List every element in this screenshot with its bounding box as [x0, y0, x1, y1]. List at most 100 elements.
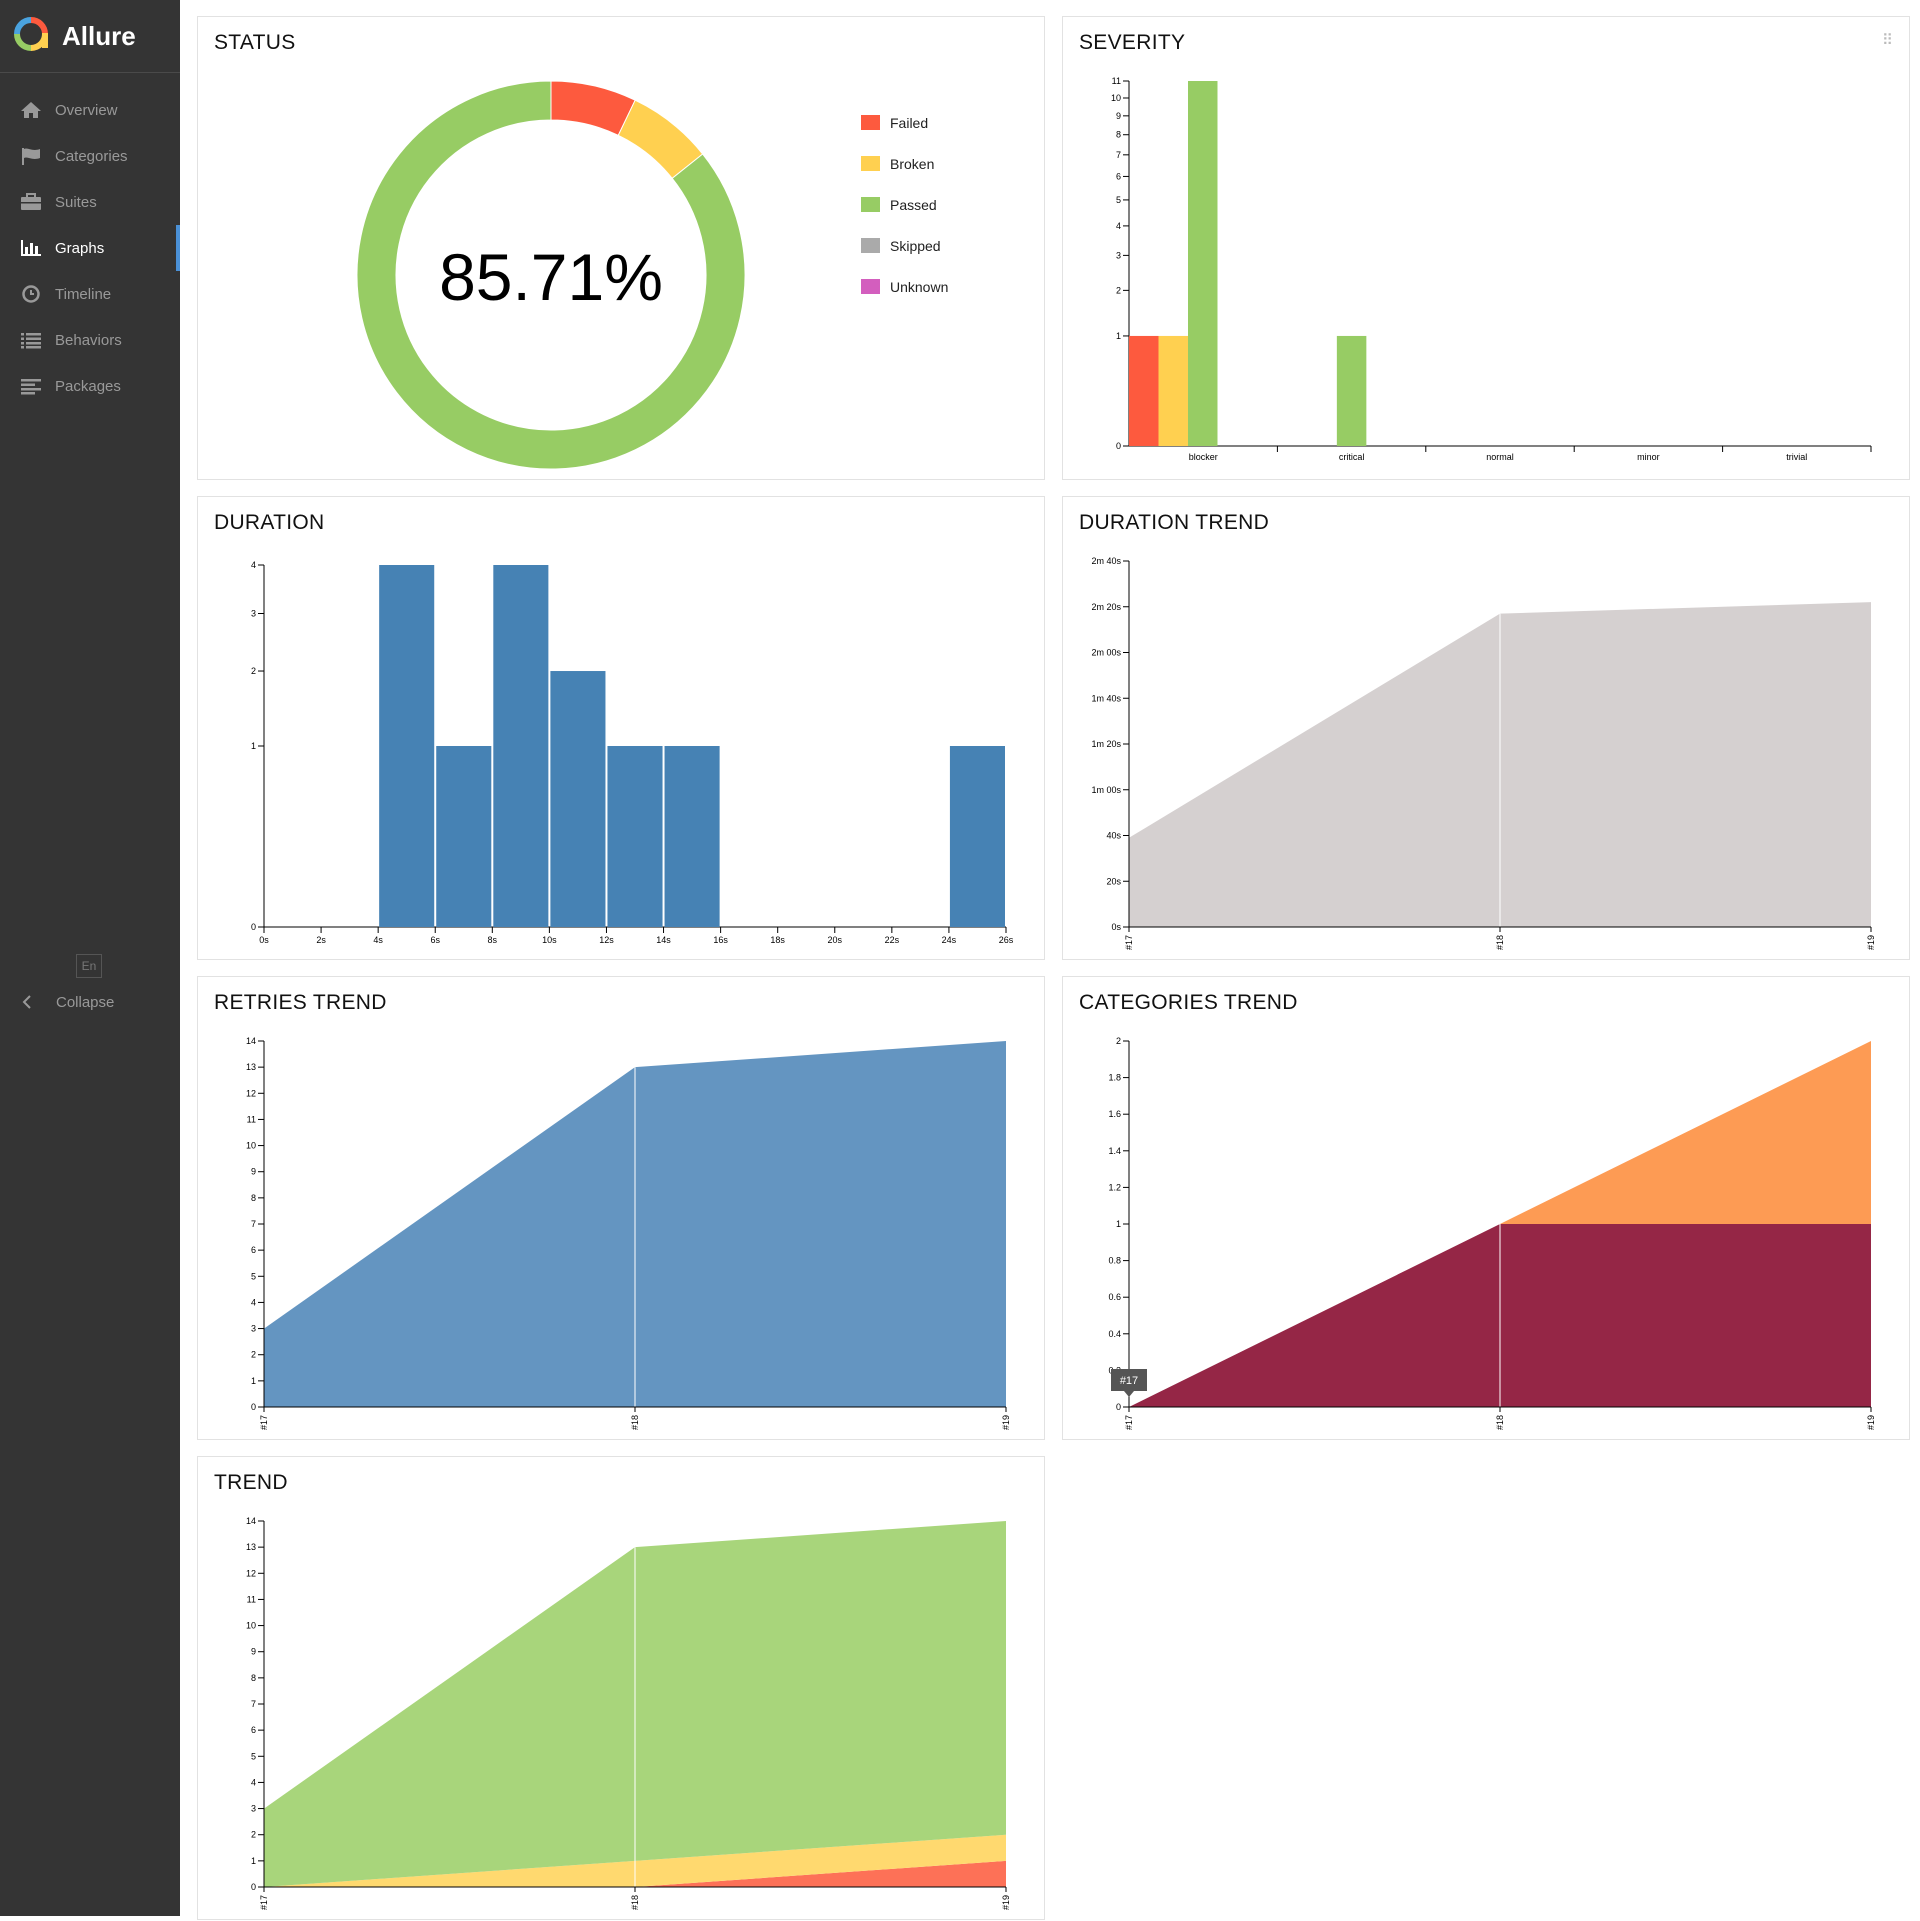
- nav-label: Categories: [55, 147, 128, 165]
- y-tick-label: 2m 00s: [1091, 648, 1121, 658]
- retries-trend-chart: 01234567891011121314#17 #18 #19: [246, 1036, 1011, 1430]
- y-tick-label: 9: [251, 1647, 256, 1657]
- bar-chart-icon: [18, 237, 44, 259]
- y-tick-label: 6: [251, 1725, 256, 1735]
- nav-label: Suites: [55, 193, 97, 211]
- y-tick-label: 20s: [1106, 876, 1121, 886]
- collapse-button[interactable]: Collapse: [0, 988, 180, 1016]
- duration-widget: DURATION 0 1 2 3 4 0s 2s 4s 6s 8s 10s 12s 14s 16s 18s 2…: [197, 496, 1045, 960]
- severity-chart: 0 1 2 3 4 5 6 7 8 9 10 11 blocker critical normal minor…: [1111, 76, 1872, 462]
- nav-label: Graphs: [55, 239, 105, 257]
- y-tick-label: 1m 40s: [1091, 693, 1121, 703]
- brand-name: Allure: [62, 20, 136, 51]
- y-tick-label: 0: [1116, 1402, 1121, 1412]
- y-tick-label: 2: [251, 1350, 256, 1360]
- duration-trend-widget: DURATION TREND 0s 20s 40s 1m 00s 1m 20s 1m 40…: [1062, 496, 1910, 960]
- y-tick-label: 12: [246, 1568, 256, 1578]
- x-tick-label: #17: [259, 1415, 269, 1430]
- nav-item-packages[interactable]: Packages: [0, 363, 180, 409]
- y-tick-label: 9: [1116, 111, 1121, 121]
- duration-trend-chart: 0s 20s 40s 1m 00s 1m 20s 1m 40s 2m 00s 2m 20s 2m…: [1091, 556, 1876, 950]
- nav-item-timeline[interactable]: Timeline: [0, 271, 180, 317]
- y-tick-label: 12: [246, 1088, 256, 1098]
- x-tick-label: #19: [1001, 1415, 1011, 1430]
- allure-logo-icon: [14, 16, 48, 56]
- y-tick-label: 7: [1116, 150, 1121, 160]
- y-tick-label: 1m 00s: [1091, 785, 1121, 795]
- list-icon: [18, 329, 44, 351]
- y-tick-label: 14: [246, 1516, 256, 1526]
- legend-label: Passed: [890, 197, 937, 213]
- nav-label: Timeline: [55, 285, 112, 303]
- histogram-bar: [379, 565, 435, 927]
- x-tick-label: #18: [1495, 935, 1505, 950]
- categories-trend-chart: 00.20.40.60.811.21.41.61.82#17#18#19#17: [1108, 1036, 1876, 1430]
- severity-widget: SEVERITY ⠿ 0 1 2 3 4 5 6 7 8 9 10 11 blocker critical…: [1062, 16, 1910, 480]
- x-tick-label: #19: [1866, 935, 1876, 950]
- x-tick-label: critical: [1339, 452, 1365, 462]
- language-button[interactable]: En: [76, 954, 102, 978]
- tooltip-arrow: [1124, 1391, 1134, 1397]
- y-tick-label: 14: [246, 1036, 256, 1046]
- histogram-bar: [607, 746, 663, 927]
- y-tick-label: 2m 20s: [1091, 602, 1121, 612]
- brand-header[interactable]: Allure: [0, 0, 180, 73]
- y-tick-label: 40s: [1106, 831, 1121, 841]
- x-tick-label: 6s: [430, 935, 440, 945]
- legend-label: Skipped: [890, 238, 941, 254]
- y-tick-label: 8: [1116, 130, 1121, 140]
- y-tick-label: 0: [251, 1402, 256, 1412]
- x-tick-label: 0s: [259, 935, 269, 945]
- nav-item-categories[interactable]: Categories: [0, 133, 180, 179]
- nav-item-graphs[interactable]: Graphs: [0, 225, 180, 271]
- flag-icon: [18, 145, 44, 167]
- y-tick-label: 1.4: [1108, 1146, 1121, 1156]
- status-percent: 85.71%: [439, 240, 663, 314]
- x-tick-label: #18: [1495, 1415, 1505, 1430]
- y-tick-label: 0.8: [1108, 1256, 1121, 1266]
- y-tick-label: 13: [246, 1062, 256, 1072]
- categories-trend-widget: CATEGORIES TREND 00.20.40.60.811.21.41.6…: [1062, 976, 1910, 1440]
- y-tick-label: 5: [251, 1271, 256, 1281]
- legend-swatch: [861, 238, 880, 253]
- y-tick-label: 4: [251, 1297, 256, 1307]
- bar-broken-blocker: [1158, 335, 1188, 446]
- y-tick-label: 5: [251, 1751, 256, 1761]
- nav-label: Behaviors: [55, 331, 122, 349]
- y-tick-label: 0.6: [1108, 1292, 1121, 1302]
- y-tick-label: 0: [251, 1882, 256, 1892]
- align-left-icon: [18, 375, 44, 397]
- duration-chart: 0 1 2 3 4 0s 2s 4s 6s 8s 10s 12s 14s 16s 18s 20s 22s 24s 2…: [251, 560, 1014, 945]
- x-tick-label: #17: [1124, 935, 1134, 950]
- y-tick-label: 1: [251, 741, 256, 751]
- y-tick-label: 2: [251, 1830, 256, 1840]
- y-tick-label: 4: [251, 1777, 256, 1787]
- nav-item-overview[interactable]: Overview: [0, 87, 180, 133]
- x-tick-label: 24s: [942, 935, 957, 945]
- status-widget: STATUS 85.71% Failed Broken Passed Skipped Un…: [197, 16, 1045, 480]
- x-tick-label: 18s: [770, 935, 785, 945]
- chevron-left-icon: [22, 995, 36, 1009]
- y-tick-label: 8: [251, 1673, 256, 1683]
- y-tick-label: 1: [1116, 331, 1121, 341]
- y-tick-label: 3: [251, 1804, 256, 1814]
- x-tick-label: 4s: [373, 935, 383, 945]
- y-tick-label: 2m 40s: [1091, 556, 1121, 566]
- x-tick-label: 8s: [488, 935, 498, 945]
- y-tick-label: 11: [247, 1594, 256, 1604]
- y-tick-label: 8: [251, 1193, 256, 1203]
- nav-item-suites[interactable]: Suites: [0, 179, 180, 225]
- x-tick-label: #17: [259, 1895, 269, 1910]
- retries-trend-widget: RETRIES TREND 0 1 2 3 4 5 6 7 8 9 10 11 12 13 14 #17 #18…: [197, 976, 1045, 1440]
- y-tick-label: 0: [251, 922, 256, 932]
- y-tick-label: 4: [1116, 221, 1121, 231]
- legend-label: Failed: [890, 115, 928, 131]
- y-tick-label: 2: [251, 666, 256, 676]
- y-tick-label: 10: [1111, 93, 1121, 103]
- nav-label: Packages: [55, 377, 121, 395]
- x-tick-label: normal: [1486, 452, 1514, 462]
- x-tick-label: minor: [1637, 452, 1660, 462]
- y-tick-label: 3: [251, 608, 256, 618]
- y-tick-label: 1m 20s: [1091, 739, 1121, 749]
- nav-item-behaviors[interactable]: Behaviors: [0, 317, 180, 363]
